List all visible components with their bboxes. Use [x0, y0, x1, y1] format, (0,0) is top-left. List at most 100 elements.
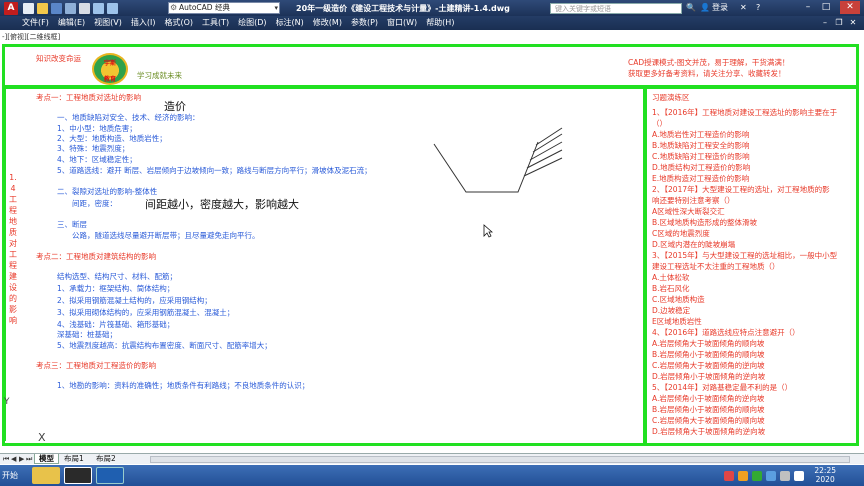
logo-text-bottom: 教育	[103, 76, 116, 83]
tray-app-icon[interactable]	[752, 470, 762, 481]
doc-minimize-button[interactable]: –	[818, 17, 832, 29]
menu-parameters[interactable]: 参数(P)	[347, 16, 383, 30]
workspace-value: AutoCAD 经典	[179, 3, 230, 12]
application-menu-button[interactable]: A	[4, 1, 18, 15]
kp2-item: 深基础：桩基础；	[57, 330, 117, 339]
s1-title: 一、地质缺陷对安全、技术、经济的影响：	[57, 113, 200, 122]
mouse-cursor-icon	[483, 224, 493, 238]
kp2-item: 1、承载力：框架结构、筒体结构；	[57, 284, 175, 293]
undo-icon[interactable]	[93, 2, 104, 14]
menu-view[interactable]: 视图(V)	[90, 16, 127, 30]
close-button[interactable]: ✕	[840, 1, 860, 14]
doc-close-button[interactable]: ✕	[846, 17, 860, 29]
exercise-line: B.地质缺陷对工程安全的影响	[652, 141, 750, 150]
exercise-line: A.岩层倾角大于坡面倾角的顺向坡	[652, 339, 765, 348]
login-link[interactable]: 登录	[712, 2, 728, 14]
minimize-button[interactable]: –	[800, 1, 816, 14]
s2-title: 二、裂隙对选址的影响-整体性	[57, 187, 158, 196]
menu-window[interactable]: 窗口(W)	[383, 16, 422, 30]
tray-input-icon[interactable]	[794, 470, 804, 481]
doc-restore-button[interactable]: ❐	[832, 17, 846, 29]
ucs-y-axis-line	[4, 89, 6, 441]
handwritten-cost: 造价	[164, 100, 186, 113]
kp2-item: 3、拟采用砌体结构的，应采用钢筋混凝土、混凝土；	[57, 308, 235, 317]
slogan-right: 学习成就未来	[137, 71, 182, 80]
exchange-icon[interactable]: ✕	[740, 2, 747, 14]
open-file-icon[interactable]	[37, 2, 48, 14]
s1-item: 2、大型：地质构造、地质岩性；	[57, 134, 167, 143]
tab-layout1[interactable]: 布局1	[60, 454, 88, 464]
redo-icon[interactable]	[107, 2, 118, 14]
kp3-title: 考点三：工程地质对工程造价的影响	[36, 361, 156, 370]
tab-first-icon[interactable]: ⏮	[3, 455, 9, 464]
menu-modify[interactable]: 修改(M)	[309, 16, 347, 30]
kp1-title: 考点一：工程地质对选址的影响	[36, 93, 141, 102]
menu-help[interactable]: 帮助(H)	[422, 16, 459, 30]
system-tray	[720, 465, 864, 486]
exercise-line: （）	[652, 119, 667, 128]
slogan-left: 知识改变命运	[36, 54, 81, 63]
help-search-input[interactable]: 键入关键字或短语	[550, 3, 682, 14]
user-icon[interactable]: 👤	[700, 2, 710, 14]
gear-icon: ⚙	[170, 3, 178, 12]
slope-profile-line	[433, 141, 539, 193]
header-divider	[4, 85, 857, 89]
viewport-controls-label[interactable]: -][俯视][二维线框]	[2, 32, 60, 42]
tab-prev-icon[interactable]: ◀	[11, 455, 16, 463]
workspace-dropdown[interactable]: ⚙ AutoCAD 经典 ▾	[168, 2, 280, 14]
kp2-item: 5、地震烈度越高：抗震结构布置密度、断面尺寸、配筋率增大；	[57, 341, 272, 350]
exercise-line: C.岩层倾角大于坡面倾角的顺向坡	[652, 416, 765, 425]
s1-item: 1、中小型：地质危害；	[57, 124, 137, 133]
tab-model[interactable]: 模型	[34, 454, 59, 464]
menu-tools[interactable]: 工具(T)	[198, 16, 234, 30]
s1-item: 4、地下：区域稳定性；	[57, 155, 137, 164]
chapter-vertical-caption: 1.4工程地质对工程建设的影响	[9, 173, 17, 325]
tray-app-icon[interactable]	[738, 470, 748, 481]
exercise-line: A.岩层倾角小于坡面倾角的逆向坡	[652, 394, 765, 403]
kp2-item: 4、浅基础：片筏基础、箱形基础；	[57, 320, 175, 329]
menu-draw[interactable]: 绘图(D)	[234, 16, 271, 30]
print-icon[interactable]	[79, 2, 90, 14]
exercise-line: 1、【2016年】工程地质对建设工程选址的影响主要在于	[652, 108, 838, 117]
tab-next-icon[interactable]: ▶	[19, 455, 24, 463]
exercise-line: D.区域内潜在的陡坡崩塌	[652, 240, 736, 249]
horizontal-scrollbar[interactable]	[150, 456, 850, 463]
exercise-line: 4、【2016年】道路选线应特点注意避开（）	[652, 328, 800, 337]
exercise-line: A.土体松软	[652, 273, 690, 282]
kp3-line: 1、地勘的影响：资料的准确性；地质条件有利路线；不良地质条件的认识；	[57, 381, 310, 390]
tab-last-icon[interactable]: ⏭	[26, 455, 32, 464]
exercise-line: B.区域地质构造形成的整体滑坡	[652, 218, 758, 227]
exercise-line: D.岩层倾角大于坡面倾角的逆向坡	[652, 427, 766, 436]
logo-text-top: 宇斯	[103, 60, 116, 67]
save-icon[interactable]	[51, 2, 62, 14]
exercise-line: B.岩石风化	[652, 284, 690, 293]
tray-network-icon[interactable]	[766, 470, 776, 481]
menu-insert[interactable]: 插入(I)	[127, 16, 161, 30]
new-file-icon[interactable]	[23, 2, 34, 14]
exercise-line: C.岩层倾角大于坡面倾角的逆向坡	[652, 361, 765, 370]
start-button[interactable]: 开始	[0, 467, 22, 484]
menu-dimension[interactable]: 标注(N)	[272, 16, 309, 30]
title-bar: A ⚙ AutoCAD 经典 ▾ 20年一级造价《建设工程技术与计量》-土建精讲…	[0, 0, 864, 16]
save-as-icon[interactable]	[65, 2, 76, 14]
exercise-line: C区域的地震烈度	[652, 229, 710, 238]
layout-tab-bar: ⏮ ◀ ▶ ⏭ 模型 布局1 布局2	[0, 453, 864, 464]
clock-date: 2020	[815, 475, 835, 484]
taskbar-app-folder-icon[interactable]	[32, 467, 60, 484]
maximize-button[interactable]: □	[818, 1, 834, 14]
windows-taskbar: 开始 22:25 2020	[0, 465, 864, 486]
exercise-line: B.岩层倾角小于坡面倾角的顺向坡	[652, 405, 765, 414]
s1-item: 3、特殊：地震烈度；	[57, 144, 130, 153]
taskbar-app-window-icon[interactable]	[96, 467, 124, 484]
tab-layout2[interactable]: 布局2	[92, 454, 120, 464]
tray-app-icon[interactable]	[724, 470, 734, 481]
tray-volume-icon[interactable]	[780, 470, 790, 481]
quick-access-toolbar: A	[4, 1, 121, 15]
menu-file[interactable]: 文件(F)	[0, 16, 54, 30]
exercise-title: 习题演练区	[652, 93, 690, 102]
search-icon[interactable]: 🔍	[686, 2, 696, 14]
taskbar-app-autocad-icon[interactable]	[64, 467, 92, 484]
menu-format[interactable]: 格式(O)	[160, 16, 198, 30]
help-icon[interactable]: ?	[756, 2, 760, 14]
menu-edit[interactable]: 编辑(E)	[54, 16, 90, 30]
